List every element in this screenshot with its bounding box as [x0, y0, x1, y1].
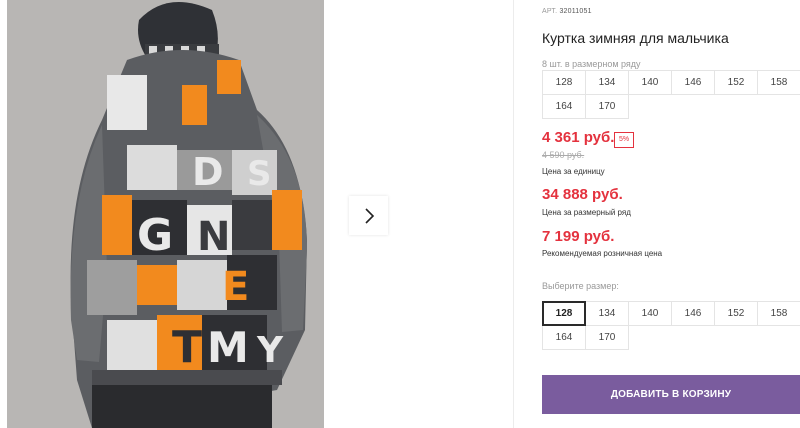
size-row-cell: 170: [586, 95, 629, 119]
size-option[interactable]: 170: [586, 326, 629, 350]
product-photo: D S G N E T M Y: [7, 0, 324, 428]
row-price: 34 888 руб.: [542, 186, 623, 203]
row-price-caption: Цена за размерный ряд: [542, 208, 631, 217]
size-row-cell: 158: [758, 71, 800, 95]
panel-divider: [513, 0, 514, 428]
photo-letter: N: [197, 214, 230, 260]
product-gallery: D S G N E T M Y: [0, 0, 540, 428]
old-price: 4 590 руб.: [542, 150, 585, 160]
product-info: АРТ. 32011051 Куртка зимняя для мальчика…: [542, 0, 800, 428]
photo-letter: M: [207, 323, 249, 372]
size-option-selected[interactable]: 128: [542, 301, 586, 326]
photo-letter: Y: [256, 330, 284, 371]
size-row-cell: 134: [586, 71, 629, 95]
size-option[interactable]: 158: [758, 302, 800, 326]
size-row-cell: 128: [543, 71, 586, 95]
sku-label: АРТ.: [542, 8, 558, 15]
sku: АРТ. 32011051: [542, 8, 592, 15]
unit-price: 4 361 руб.: [542, 129, 615, 146]
sku-value: 32011051: [559, 8, 592, 15]
size-row-cell: 140: [629, 71, 672, 95]
size-row-cell: 152: [715, 71, 758, 95]
photo-letter: E: [222, 264, 249, 310]
size-option[interactable]: 140: [629, 302, 672, 326]
size-picker-label: Выберите размер:: [542, 281, 619, 291]
gallery-next-button[interactable]: [349, 196, 388, 235]
size-row-cell: 164: [543, 95, 586, 119]
photo-letter: G: [137, 210, 173, 261]
size-row-grid: 128 134 140 146 152 158 164 170: [542, 70, 800, 119]
retail-price-caption: Рекомендуемая розничная цена: [542, 249, 663, 258]
chevron-right-icon: [364, 207, 374, 224]
add-to-cart-button[interactable]: ДОБАВИТЬ В КОРЗИНУ: [542, 375, 800, 414]
unit-price-caption: Цена за единицу: [542, 167, 605, 176]
photo-letter: D: [192, 150, 224, 194]
size-option[interactable]: 146: [672, 302, 715, 326]
product-title: Куртка зимняя для мальчика: [542, 30, 729, 46]
size-picker: 128 134 140 146 152 158 164 170: [542, 301, 800, 350]
size-option[interactable]: 152: [715, 302, 758, 326]
size-row-cell: 146: [672, 71, 715, 95]
retail-price: 7 199 руб.: [542, 228, 615, 245]
size-row-label: 8 шт. в размерном ряду: [542, 59, 641, 69]
size-option[interactable]: 134: [586, 302, 629, 326]
size-option[interactable]: 164: [543, 326, 586, 350]
photo-letter: T: [172, 322, 202, 373]
discount-badge: 5%: [614, 132, 635, 148]
photo-letter: S: [247, 154, 272, 194]
